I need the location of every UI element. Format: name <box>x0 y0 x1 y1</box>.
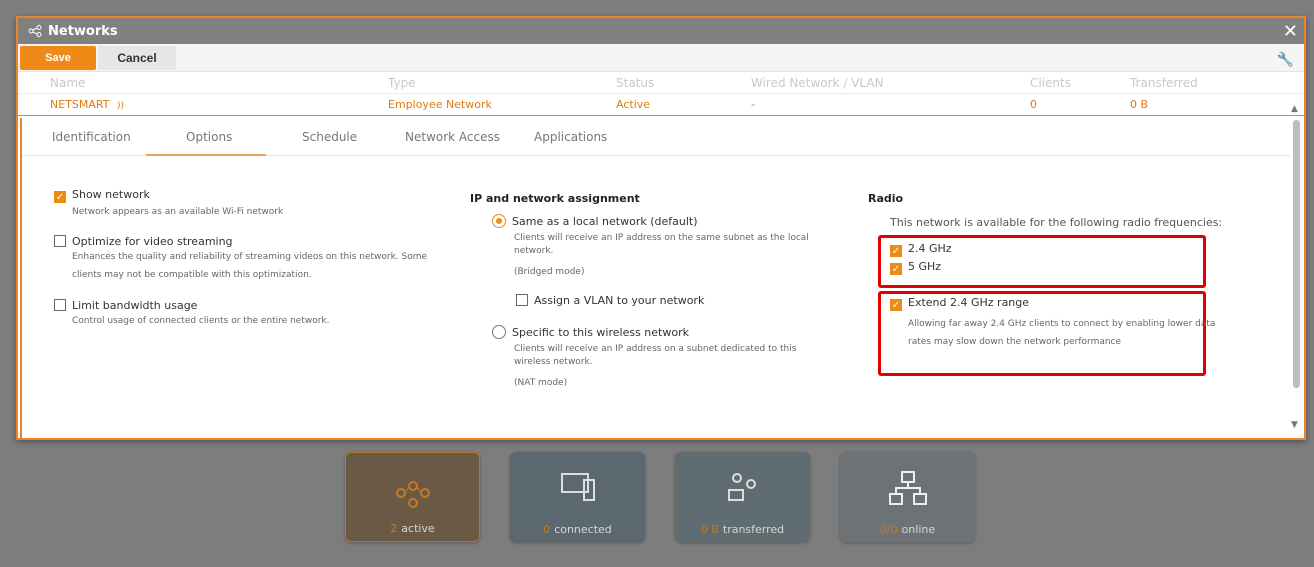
radio-desc: This network is available for the follow… <box>890 216 1223 229</box>
toolbar: Save Cancel <box>18 44 1304 72</box>
show-network-checkbox[interactable]: ✓ <box>54 191 66 203</box>
network-wired: - <box>751 98 755 111</box>
network-clients: 0 <box>1030 98 1037 111</box>
specific-network-desc-1: Clients will receive an IP address on a … <box>514 344 797 354</box>
same-network-desc-1: Clients will receive an IP address on th… <box>514 233 809 243</box>
vlan-checkbox[interactable] <box>516 294 528 306</box>
same-network-label[interactable]: Same as a local network (default) <box>512 215 698 228</box>
ghz24-label[interactable]: 2.4 GHz <box>908 242 952 255</box>
tile-clients[interactable]: 0 connected <box>510 452 645 542</box>
tile-value: 0 <box>543 523 551 536</box>
nat-mode: (NAT mode) <box>514 378 568 388</box>
tab-applications[interactable]: Applications <box>534 130 607 144</box>
network-status: Active <box>616 98 651 111</box>
tab-network-access[interactable]: Network Access <box>405 130 500 144</box>
ghz24-option: ✓ 2.4 GHz <box>890 242 952 257</box>
col-transferred[interactable]: Transferred <box>1130 76 1198 90</box>
col-type[interactable]: Type <box>388 76 416 90</box>
network-type: Employee Network <box>388 98 492 111</box>
bandwidth-label[interactable]: Limit bandwidth usage <box>72 299 197 312</box>
ip-heading: IP and network assignment <box>470 192 640 205</box>
network-transferred: 0 B <box>1130 98 1149 111</box>
bridged-mode: (Bridged mode) <box>514 267 585 277</box>
tile-value: 0 B <box>700 523 719 536</box>
ghz5-label[interactable]: 5 GHz <box>908 260 941 273</box>
vertical-scrollbar[interactable]: ▲ ▼ <box>1290 98 1302 438</box>
show-network-label[interactable]: Show network <box>72 188 150 201</box>
dialog-titlebar: Networks ✕ <box>18 18 1304 44</box>
table-header: Name Type Status Wired Network / VLAN Cl… <box>18 72 1304 94</box>
networks-dialog: Networks ✕ Save Cancel 🔧 Name Type Statu… <box>16 16 1306 440</box>
extend-desc-1: Allowing far away 2.4 GHz clients to con… <box>908 319 1216 329</box>
video-desc-2: clients may not be compatible with this … <box>72 270 312 280</box>
same-network-radio[interactable] <box>492 214 506 228</box>
active-tab-indicator <box>146 154 266 156</box>
bandwidth-option: Limit bandwidth usage Control usage of c… <box>54 299 329 330</box>
network-name: NETSMART <box>50 98 110 111</box>
tile-value: 2 <box>390 522 398 535</box>
tile-value: 0/0 <box>879 523 898 536</box>
col-clients[interactable]: Clients <box>1030 76 1071 90</box>
tile-networks[interactable]: 2 active <box>345 452 480 542</box>
dashboard-tiles: 2 active 0 connected 0 Btransferred 0/0 onl… <box>345 452 975 542</box>
col-name[interactable]: Name <box>50 76 85 90</box>
table-row[interactable]: NETSMART )) Employee Network Active - 0 … <box>18 94 1304 116</box>
extend-option: ✓ Extend 2.4 GHz range Allowing far away … <box>890 296 1215 351</box>
ghz5-checkbox[interactable]: ✓ <box>890 263 902 275</box>
same-network-option: Same as a local network (default) Client… <box>492 214 809 281</box>
network-icon <box>395 481 430 508</box>
detail-tabs: Identification Options Schedule Network … <box>22 118 1290 156</box>
show-network-option: ✓ Show network Network appears as an avai… <box>54 188 283 221</box>
extend-label[interactable]: Extend 2.4 GHz range <box>908 296 1029 309</box>
bandwidth-desc: Control usage of connected clients or th… <box>72 316 330 326</box>
col-wired[interactable]: Wired Network / VLAN <box>751 76 884 90</box>
video-checkbox[interactable] <box>54 235 66 247</box>
bandwidth-checkbox[interactable] <box>54 299 66 311</box>
specific-network-label[interactable]: Specific to this wireless network <box>512 326 689 339</box>
wifi-icon: )) <box>116 101 124 111</box>
wrench-icon[interactable]: 🔧 <box>1277 52 1294 68</box>
specific-network-option: Specific to this wireless network Client… <box>492 325 796 392</box>
specific-network-radio[interactable] <box>492 325 506 339</box>
tile-label: online <box>901 523 936 536</box>
tile-label: connected <box>554 523 612 536</box>
scroll-down-icon[interactable]: ▼ <box>1291 420 1298 430</box>
close-icon[interactable]: ✕ <box>1283 21 1298 42</box>
ghz5-option: ✓ 5 GHz <box>890 260 941 275</box>
dialog-title: Networks <box>48 23 118 39</box>
extend-checkbox[interactable]: ✓ <box>890 299 902 311</box>
specific-network-desc-2: wireless network. <box>514 357 593 367</box>
col-status[interactable]: Status <box>616 76 654 90</box>
topology-icon <box>888 471 927 505</box>
scroll-thumb[interactable] <box>1293 120 1300 388</box>
devices-icon <box>560 473 595 501</box>
cloud-transfer-icon <box>727 473 756 501</box>
tile-label: transferred <box>722 523 785 536</box>
save-button[interactable]: Save <box>20 45 96 70</box>
vlan-option: Assign a VLAN to your network <box>516 294 704 307</box>
tab-schedule[interactable]: Schedule <box>302 130 357 144</box>
ghz24-checkbox[interactable]: ✓ <box>890 245 902 257</box>
network-share-icon <box>28 25 42 37</box>
show-network-desc: Network appears as an available Wi-Fi ne… <box>72 207 284 217</box>
tile-access-points[interactable]: 0/0 online <box>840 452 975 542</box>
cancel-button[interactable]: Cancel <box>98 45 176 70</box>
same-network-desc-2: network. <box>514 246 554 256</box>
scroll-up-icon[interactable]: ▲ <box>1291 104 1298 114</box>
network-detail-panel: Identification Options Schedule Network … <box>20 118 1290 438</box>
video-label[interactable]: Optimize for video streaming <box>72 235 233 248</box>
tab-options[interactable]: Options <box>186 130 232 144</box>
radio-heading: Radio <box>868 192 904 205</box>
video-option: Optimize for video streaming Enhances th… <box>54 235 427 284</box>
vlan-label[interactable]: Assign a VLAN to your network <box>534 294 704 307</box>
extend-desc-2: rates may slow down the network performa… <box>908 337 1122 347</box>
tile-transferred[interactable]: 0 Btransferred <box>675 452 810 542</box>
tile-label: active <box>401 522 435 535</box>
tab-identification[interactable]: Identification <box>52 130 131 144</box>
video-desc-1: Enhances the quality and reliability of … <box>72 252 428 262</box>
